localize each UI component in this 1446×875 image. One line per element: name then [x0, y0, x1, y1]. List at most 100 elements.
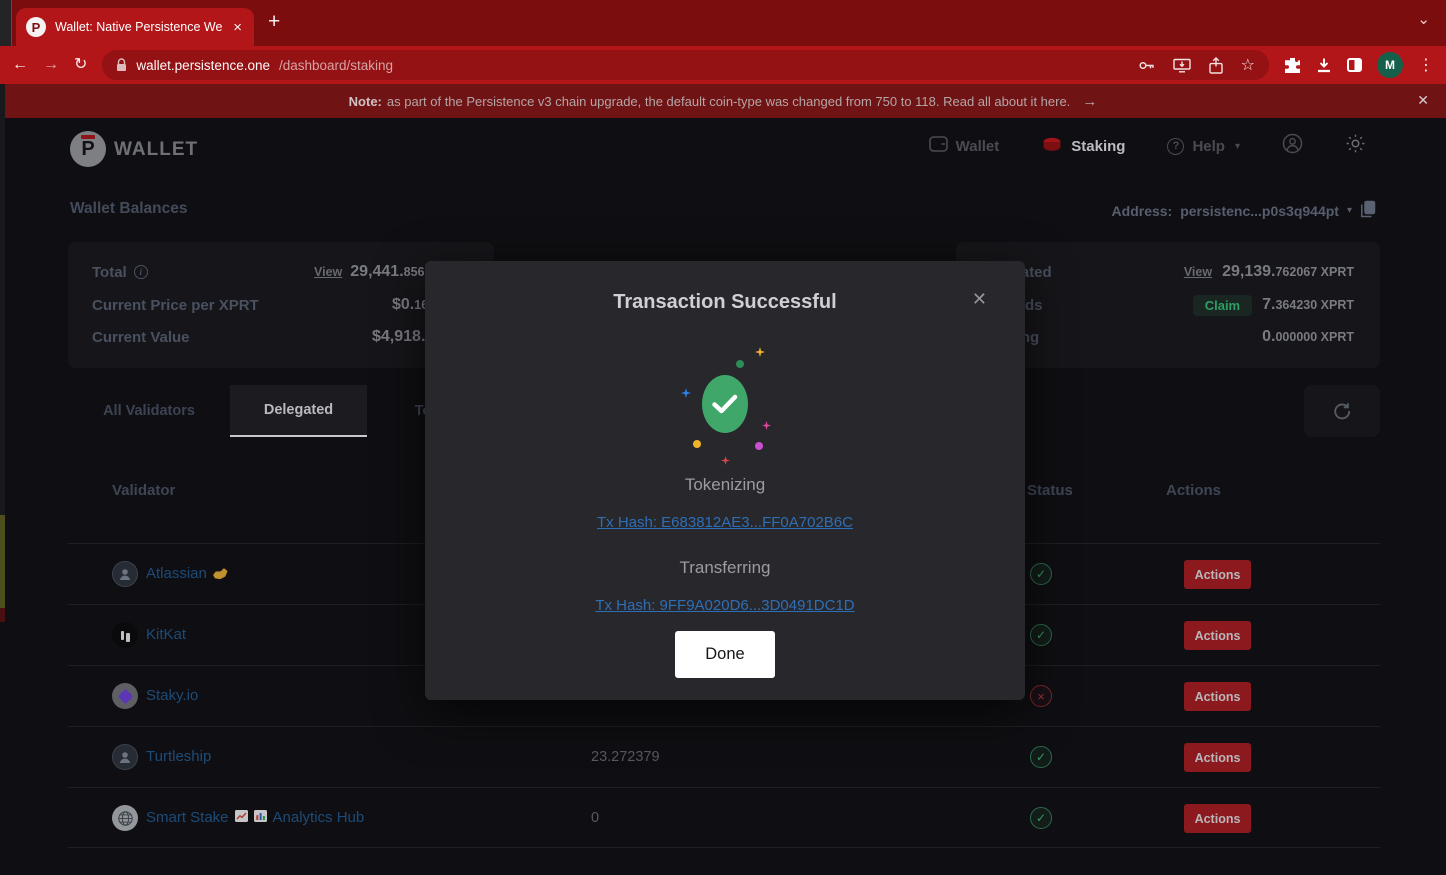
validator-link[interactable]: Staky.io — [146, 687, 198, 704]
nav-staking-label: Staking — [1071, 138, 1125, 155]
status-icon: ✓ — [1030, 807, 1052, 829]
install-app-icon[interactable] — [1173, 58, 1191, 73]
nav-wallet[interactable]: Wallet — [929, 136, 1000, 156]
step-transferring-label: Transferring — [425, 558, 1025, 578]
back-button[interactable]: ← — [12, 57, 28, 73]
desktop-sliver — [0, 84, 5, 515]
staked-amount: 23.272379 — [591, 749, 660, 765]
forward-button[interactable]: → — [43, 57, 59, 73]
actions-button[interactable]: Actions — [1184, 743, 1251, 772]
confetti-star — [762, 421, 771, 430]
persistence-logo-icon[interactable]: P — [70, 131, 106, 167]
actions-button[interactable]: Actions — [1184, 682, 1251, 711]
page-title: Wallet Balances — [70, 200, 187, 218]
url-bar[interactable]: wallet.persistence.one /dashboard/stakin… — [102, 50, 1269, 80]
banner-close-icon[interactable]: ✕ — [1417, 92, 1429, 109]
actions-button[interactable]: Actions — [1184, 621, 1251, 650]
nav-help[interactable]: ? Help ▾ — [1167, 138, 1240, 155]
validator-avatar — [112, 622, 138, 648]
status-icon: × — [1030, 685, 1052, 707]
wallet-icon — [929, 136, 948, 156]
refresh-icon — [1332, 401, 1352, 421]
view-total-link[interactable]: View — [314, 265, 342, 279]
validator-link[interactable]: Atlassian — [146, 565, 228, 582]
price-value: $0.16 — [392, 296, 428, 314]
lock-icon — [116, 58, 127, 72]
actions-button[interactable]: Actions — [1184, 804, 1251, 833]
confetti-star — [755, 347, 765, 357]
status-icon: ✓ — [1030, 563, 1052, 585]
profile-avatar[interactable]: M — [1377, 52, 1403, 78]
account-icon[interactable] — [1282, 133, 1303, 159]
arrow-right-icon[interactable]: → — [1082, 93, 1097, 110]
note-text[interactable]: as part of the Persistence v3 chain upgr… — [387, 94, 1070, 109]
validator-avatar — [112, 805, 138, 831]
chevron-down-icon: ▾ — [1235, 141, 1240, 152]
address-selector[interactable]: Address: persistenc...p0s3q944pt ▾ — [1112, 200, 1376, 221]
url-domain: wallet.persistence.one — [136, 58, 270, 73]
view-delegations-link[interactable]: View — [1184, 265, 1212, 279]
total-label: Total — [92, 264, 127, 281]
address-label: Address: — [1112, 203, 1173, 219]
step-tokenizing-label: Tokenizing — [425, 475, 1025, 495]
tx-hash-link-transferring[interactable]: Tx Hash: 9FF9A020D6...3D0491DC1D — [425, 597, 1025, 614]
note-label: Note: — [349, 94, 382, 109]
tab-all-validators[interactable]: All Validators — [68, 385, 230, 437]
info-icon[interactable]: i — [134, 265, 148, 279]
col-actions: Actions — [1166, 482, 1221, 499]
side-panel-icon[interactable] — [1347, 58, 1362, 72]
reload-button[interactable]: ↻ — [74, 57, 87, 73]
claim-button[interactable]: Claim — [1193, 295, 1252, 316]
validator-avatar — [112, 561, 138, 587]
browser-tab-bar: P Wallet: Native Persistence Wel × + ⌄ — [0, 0, 1446, 46]
address-value: persistenc...p0s3q944pt — [1180, 203, 1339, 219]
browser-toolbar: ← → ↻ wallet.persistence.one /dashboard/… — [0, 46, 1446, 84]
url-path: /dashboard/staking — [279, 58, 393, 73]
desktop-sliver — [0, 515, 5, 608]
tx-hash-link-tokenizing[interactable]: Tx Hash: E683812AE3...FF0A702B6C — [425, 514, 1025, 531]
browser-menu-icon[interactable]: ⋮ — [1418, 55, 1434, 75]
desktop-sliver — [0, 608, 5, 622]
modal-title: Transaction Successful — [425, 291, 1025, 314]
validator-link[interactable]: Smart Stake Analytics Hub — [146, 809, 364, 826]
validator-avatar — [112, 744, 138, 770]
share-icon[interactable] — [1209, 57, 1223, 74]
extensions-puzzle-icon[interactable] — [1284, 57, 1301, 74]
browser-tab[interactable]: P Wallet: Native Persistence Wel × — [16, 8, 254, 46]
validator-link[interactable]: Turtleship — [146, 748, 211, 765]
password-key-icon[interactable] — [1138, 58, 1155, 73]
downloads-icon[interactable] — [1316, 57, 1332, 73]
validator-link[interactable]: KitKat — [146, 626, 186, 643]
pending-value: 0.000000 XPRT — [1262, 328, 1354, 346]
background-window-sliver — [0, 0, 12, 46]
nav-wallet-label: Wallet — [956, 138, 1000, 155]
staked-amount: 0 — [591, 810, 599, 826]
new-tab-button[interactable]: + — [268, 10, 280, 34]
nav-staking[interactable]: Staking — [1041, 136, 1125, 157]
tab-close-icon[interactable]: × — [231, 19, 244, 36]
copy-address-icon[interactable] — [1360, 200, 1376, 221]
app-nav: Wallet Staking ? Help ▾ — [929, 133, 1366, 159]
notice-banner: Note: as part of the Persistence v3 chai… — [0, 84, 1446, 118]
tab-search-chevron-icon[interactable]: ⌄ — [1417, 10, 1430, 28]
confetti-dot — [693, 440, 701, 448]
chevron-down-icon: ▾ — [1347, 205, 1352, 216]
confetti-dot — [755, 442, 763, 450]
persistence-favicon-icon: P — [26, 17, 46, 37]
validator-avatar — [112, 683, 138, 709]
bar-chart-emoji — [254, 809, 267, 826]
confetti-star — [681, 388, 691, 398]
brand-wallet-title: WALLET — [114, 139, 198, 161]
help-icon: ? — [1167, 138, 1184, 155]
price-label: Current Price per XPRT — [92, 297, 259, 314]
tab-delegated[interactable]: Delegated — [230, 385, 367, 437]
done-button[interactable]: Done — [675, 631, 775, 678]
refresh-button[interactable] — [1304, 385, 1380, 437]
confetti-star — [721, 456, 730, 465]
theme-toggle-sun-icon[interactable] — [1345, 133, 1366, 159]
actions-button[interactable]: Actions — [1184, 560, 1251, 589]
modal-close-icon[interactable]: ✕ — [972, 289, 987, 310]
bookmark-star-icon[interactable]: ☆ — [1241, 55, 1255, 75]
status-icon: ✓ — [1030, 624, 1052, 646]
table-row: Smart Stake Analytics Hub 0 ✓ Actions — [68, 787, 1380, 848]
